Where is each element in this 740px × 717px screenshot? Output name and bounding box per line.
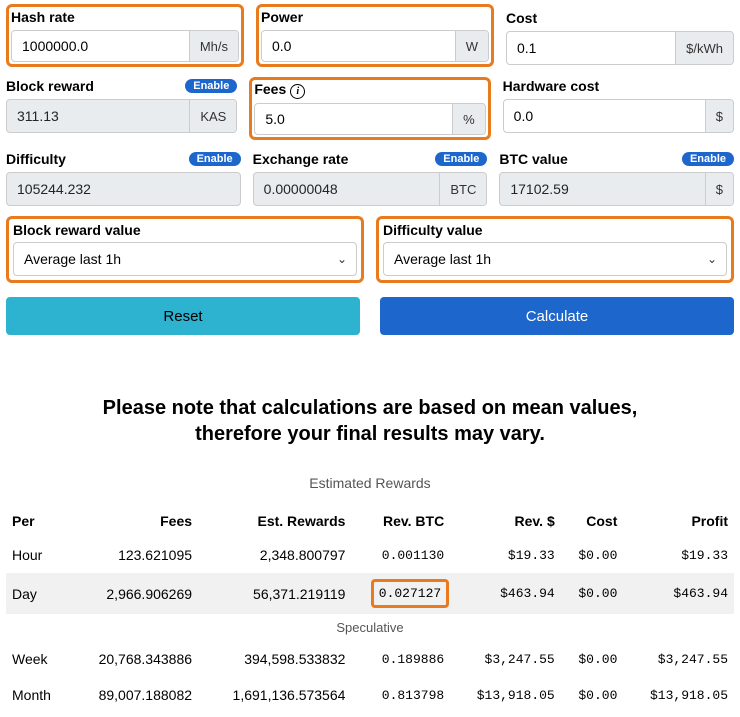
- difficulty-value-select-wrap: Difficulty value Average last 1h ⌄: [376, 216, 734, 283]
- cell-profit: $13,918.05: [623, 677, 734, 713]
- exchange-rate-unit[interactable]: BTC: [439, 173, 486, 205]
- power-unit[interactable]: W: [455, 31, 488, 61]
- cell-profit: $3,247.55: [623, 641, 734, 677]
- col-profit: Profit: [623, 505, 734, 537]
- difficulty-field: Difficulty Enable 105244.232: [6, 150, 241, 206]
- cell-fees: 2,966.906269: [69, 573, 199, 614]
- fees-label: Feesi: [254, 81, 305, 99]
- difficulty-enable-badge[interactable]: Enable: [189, 152, 241, 166]
- difficulty-value: 105244.232: [7, 173, 240, 205]
- block-reward-field: Block reward Enable 311.13 KAS: [6, 77, 237, 140]
- cell-est: 1,691,136.573564: [198, 677, 351, 713]
- col-cost: Cost: [561, 505, 624, 537]
- exchange-rate-enable-badge[interactable]: Enable: [435, 152, 487, 166]
- block-reward-label: Block reward: [6, 78, 94, 94]
- difficulty-label: Difficulty: [6, 151, 66, 167]
- difficulty-value-label: Difficulty value: [383, 222, 727, 238]
- cell-cost: $0.00: [561, 537, 624, 573]
- cell-est: 56,371.219119: [198, 573, 351, 614]
- btc-value-unit[interactable]: $: [705, 173, 733, 205]
- cell-revd: $3,247.55: [450, 641, 561, 677]
- cell-cost: $0.00: [561, 573, 624, 614]
- hardware-cost-unit[interactable]: $: [705, 100, 733, 132]
- hardware-cost-input[interactable]: [504, 100, 705, 132]
- cell-fees: 123.621095: [69, 537, 199, 573]
- power-label: Power: [261, 9, 303, 25]
- cell-est: 2,348.800797: [198, 537, 351, 573]
- fees-unit[interactable]: %: [452, 104, 485, 134]
- cell-revbtc: 0.001130: [351, 537, 450, 573]
- block-reward-value: 311.13: [7, 100, 189, 132]
- table-row: Month89,007.1880821,691,136.5735640.8137…: [6, 677, 734, 713]
- cell-revd: $19.33: [450, 537, 561, 573]
- cell-revbtc: 0.813798: [351, 677, 450, 713]
- cell-est: 394,598.533832: [198, 641, 351, 677]
- fees-field: Feesi %: [249, 77, 490, 140]
- exchange-rate-value: 0.00000048: [254, 173, 440, 205]
- speculative-label: Speculative: [6, 614, 734, 641]
- hash-rate-input[interactable]: [12, 31, 189, 61]
- btc-value-label: BTC value: [499, 151, 567, 167]
- col-rev-dollar: Rev. $: [450, 505, 561, 537]
- fees-input[interactable]: [255, 104, 452, 134]
- exchange-rate-field: Exchange rate Enable 0.00000048 BTC: [253, 150, 488, 206]
- hash-rate-unit[interactable]: Mh/s: [189, 31, 238, 61]
- info-icon[interactable]: i: [290, 84, 305, 99]
- table-row: Week20,768.343886394,598.5338320.189886$…: [6, 641, 734, 677]
- cell-cost: $0.00: [561, 641, 624, 677]
- cell-revbtc: 0.189886: [351, 641, 450, 677]
- cell-revbtc: 0.027127: [351, 573, 450, 614]
- cell-profit: $463.94: [623, 573, 734, 614]
- cell-per: Day: [6, 573, 69, 614]
- block-reward-value-select[interactable]: Average last 1h: [13, 242, 357, 276]
- rewards-table: Per Fees Est. Rewards Rev. BTC Rev. $ Co…: [6, 505, 734, 713]
- exchange-rate-label: Exchange rate: [253, 151, 349, 167]
- table-row: Day2,966.90626956,371.2191190.027127$463…: [6, 573, 734, 614]
- cell-per: Hour: [6, 537, 69, 573]
- calculate-button[interactable]: Calculate: [380, 297, 734, 335]
- cell-fees: 89,007.188082: [69, 677, 199, 713]
- col-rev-btc: Rev. BTC: [351, 505, 450, 537]
- cell-revd: $13,918.05: [450, 677, 561, 713]
- block-reward-enable-badge[interactable]: Enable: [185, 79, 237, 93]
- btc-value-field: BTC value Enable 17102.59 $: [499, 150, 734, 206]
- cell-per: Month: [6, 677, 69, 713]
- cell-profit: $19.33: [623, 537, 734, 573]
- disclaimer-note: Please note that calculations are based …: [6, 395, 734, 447]
- estimated-rewards-title: Estimated Rewards: [6, 475, 734, 491]
- hash-rate-field: Hash rate Mh/s: [6, 4, 244, 67]
- cost-label: Cost: [506, 10, 537, 26]
- cell-cost: $0.00: [561, 677, 624, 713]
- cell-revd: $463.94: [450, 573, 561, 614]
- hash-rate-label: Hash rate: [11, 9, 75, 25]
- btc-value-value: 17102.59: [500, 173, 704, 205]
- col-per: Per: [6, 505, 69, 537]
- hardware-cost-field: Hardware cost $: [503, 77, 734, 140]
- cell-per: Week: [6, 641, 69, 677]
- btc-value-enable-badge[interactable]: Enable: [682, 152, 734, 166]
- cost-field: Cost $/kWh: [506, 4, 734, 67]
- cost-unit[interactable]: $/kWh: [675, 32, 733, 64]
- col-fees: Fees: [69, 505, 199, 537]
- difficulty-value-select[interactable]: Average last 1h: [383, 242, 727, 276]
- power-input[interactable]: [262, 31, 455, 61]
- cell-fees: 20,768.343886: [69, 641, 199, 677]
- table-row: Hour123.6210952,348.8007970.001130$19.33…: [6, 537, 734, 573]
- power-field: Power W: [256, 4, 494, 67]
- block-reward-unit[interactable]: KAS: [189, 100, 236, 132]
- cost-input[interactable]: [507, 32, 675, 64]
- col-est-rewards: Est. Rewards: [198, 505, 351, 537]
- block-reward-value-label: Block reward value: [13, 222, 357, 238]
- reset-button[interactable]: Reset: [6, 297, 360, 335]
- block-reward-value-select-wrap: Block reward value Average last 1h ⌄: [6, 216, 364, 283]
- hardware-cost-label: Hardware cost: [503, 78, 599, 94]
